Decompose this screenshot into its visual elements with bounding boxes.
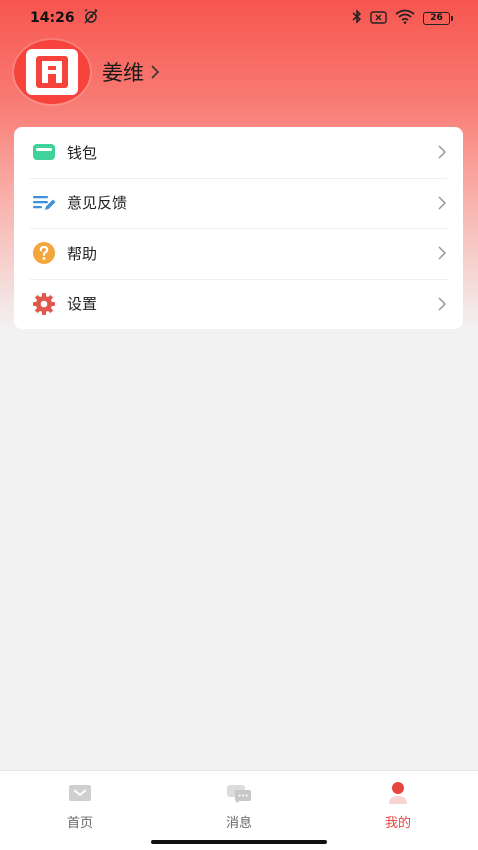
chevron-right-icon: [437, 144, 447, 160]
menu-card: 钱包 意见反馈 帮助 设置: [14, 127, 463, 329]
app-logo-icon: [26, 49, 78, 95]
status-bar: 14:26 26: [0, 0, 478, 36]
wifi-icon: [395, 9, 415, 28]
profile-header[interactable]: 姜维: [14, 40, 160, 104]
help-icon: [31, 240, 57, 266]
status-left: 14:26: [30, 8, 99, 28]
menu-item-feedback[interactable]: 意见反馈: [14, 177, 463, 229]
chevron-right-icon: [150, 64, 160, 80]
menu-item-settings[interactable]: 设置: [14, 278, 463, 330]
status-time: 14:26: [30, 10, 75, 26]
battery-icon: 26: [423, 11, 453, 25]
tab-profile[interactable]: 我的: [338, 781, 458, 831]
menu-item-wallet[interactable]: 钱包: [14, 127, 463, 178]
menu-item-label: 设置: [67, 295, 98, 314]
tab-messages[interactable]: 消息: [179, 781, 299, 831]
wallet-icon: [31, 139, 57, 165]
tab-home[interactable]: 首页: [20, 781, 140, 831]
status-right: 26: [352, 8, 453, 28]
feedback-edit-icon: [31, 190, 57, 216]
avatar[interactable]: [14, 40, 90, 104]
tab-label: 我的: [384, 816, 411, 831]
bluetooth-icon: [352, 8, 362, 28]
settings-gear-icon: [31, 291, 57, 317]
home-icon: [66, 781, 94, 805]
bottom-tab-bar: 首页 消息 我的: [0, 770, 478, 850]
chevron-right-icon: [437, 245, 447, 261]
menu-item-label: 意见反馈: [67, 194, 128, 213]
tab-label: 首页: [66, 816, 93, 831]
alarm-off-icon: [83, 8, 99, 28]
menu-item-label: 钱包: [67, 143, 98, 162]
home-indicator[interactable]: [151, 840, 327, 844]
profile-icon: [384, 781, 412, 805]
sim-off-icon: [370, 9, 387, 28]
username[interactable]: 姜维: [102, 57, 144, 87]
messages-icon: [225, 781, 253, 805]
chevron-right-icon: [437, 296, 447, 312]
tab-label: 消息: [225, 816, 252, 831]
chevron-right-icon: [437, 195, 447, 211]
menu-item-help[interactable]: 帮助: [14, 228, 463, 279]
menu-item-label: 帮助: [67, 244, 98, 263]
